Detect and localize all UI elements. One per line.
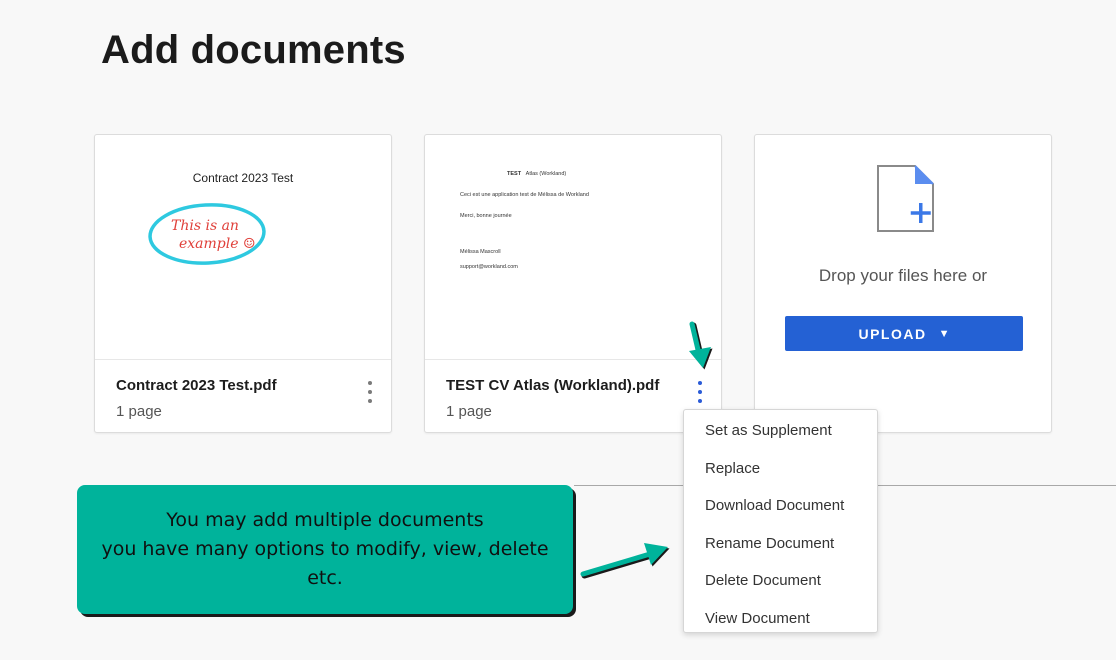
document-card-contract[interactable]: Contract 2023 Test This is an example ☺ …	[94, 134, 392, 433]
card-footer: Contract 2023 Test.pdf 1 page	[95, 359, 391, 432]
handwriting-line1: This is an	[171, 218, 239, 234]
document-context-menu: Set as Supplement Replace Download Docum…	[683, 409, 878, 633]
file-plus-icon	[877, 165, 934, 232]
file-name: Contract 2023 Test.pdf	[116, 377, 277, 394]
handwriting-line2: example ☺	[179, 236, 256, 252]
arrow-right-icon	[580, 543, 670, 579]
upload-dropzone[interactable]: Drop your files here or UPLOAD ▼	[754, 134, 1052, 433]
menu-item-view[interactable]: View Document	[684, 600, 877, 638]
upload-label: UPLOAD	[858, 325, 927, 342]
tutorial-callout: You may add multiple documents you have …	[77, 485, 573, 614]
preview-line: Ceci est une application test de Mélissa…	[460, 192, 589, 198]
drop-text: Drop your files here or	[818, 266, 988, 285]
upload-button[interactable]: UPLOAD ▼	[785, 316, 1023, 351]
menu-item-download[interactable]: Download Document	[684, 487, 877, 525]
document-thumbnail[interactable]: Contract 2023 Test This is an example ☺	[95, 135, 391, 360]
handwriting-annotation: This is an example ☺	[148, 203, 266, 265]
caret-down-icon: ▼	[938, 327, 950, 340]
menu-item-replace[interactable]: Replace	[684, 450, 877, 488]
card-footer: TEST CV Atlas (Workland).pdf 1 page	[425, 359, 721, 432]
page-title: Add documents	[101, 28, 406, 72]
file-name: TEST CV Atlas (Workland).pdf	[446, 377, 660, 394]
menu-item-delete[interactable]: Delete Document	[684, 562, 877, 600]
document-thumbnail[interactable]: TEST Atlas (Workland) Ceci est une appli…	[425, 135, 721, 360]
more-vert-icon[interactable]	[693, 381, 707, 403]
preview-line: support@workland.com	[460, 264, 518, 270]
more-vert-icon[interactable]	[363, 381, 377, 403]
preview-line: Merci, bonne journée	[460, 213, 512, 219]
page-count: 1 page	[116, 403, 162, 420]
menu-item-set-supplement[interactable]: Set as Supplement	[684, 412, 877, 450]
callout-text: You may add multiple documents you have …	[101, 509, 549, 589]
document-card-cv[interactable]: TEST Atlas (Workland) Ceci est une appli…	[424, 134, 722, 433]
page-count: 1 page	[446, 403, 492, 420]
preview-heading: TEST Atlas (Workland)	[507, 171, 567, 177]
menu-item-rename[interactable]: Rename Document	[684, 525, 877, 563]
preview-line: Mélissa Mascroll	[460, 249, 501, 255]
